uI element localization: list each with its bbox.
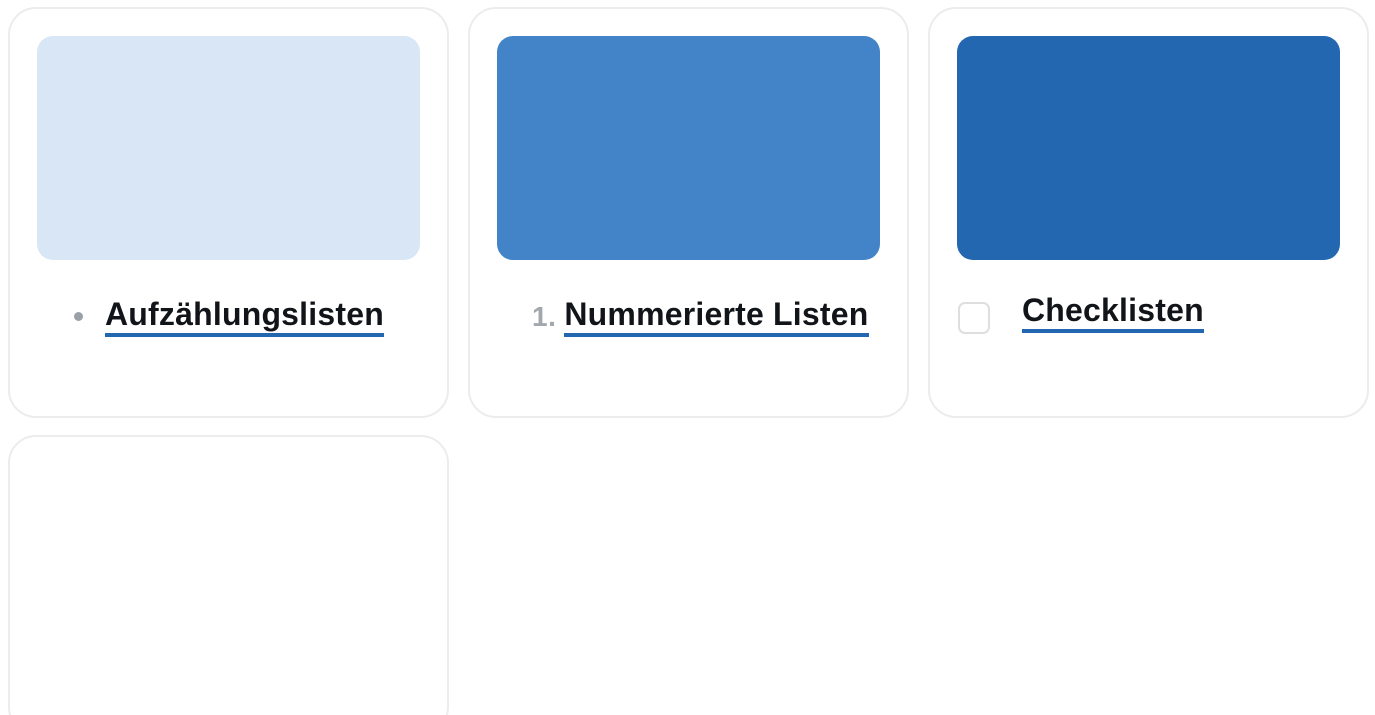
checkbox-unchecked-icon[interactable] [958, 301, 990, 334]
number-marker: 1. [532, 300, 557, 332]
checklists-link[interactable]: Checklisten [1022, 292, 1204, 333]
numbered-lists-link[interactable]: Nummerierte Listen [564, 296, 869, 337]
color-swatch-dark [957, 36, 1340, 260]
color-swatch-medium [497, 36, 880, 260]
bullet-list-item: Aufzählungslisten [74, 296, 384, 337]
card-bullet-lists[interactable]: Aufzählungslisten [8, 7, 449, 418]
card-checklists[interactable]: Checklisten [928, 7, 1369, 418]
numbered-list-item: 1. Nummerierte Listen [532, 296, 869, 337]
card-numbered-lists[interactable]: 1. Nummerierte Listen [468, 7, 909, 418]
checklist-item: Checklisten [958, 292, 1204, 337]
bullet-lists-link[interactable]: Aufzählungslisten [105, 296, 384, 337]
bullet-dot-icon [74, 312, 83, 321]
list-types-grid: Aufzählungslisten 1. Nummerierte Listen … [0, 0, 1375, 715]
card-empty [8, 435, 449, 715]
color-swatch-light [37, 36, 420, 260]
